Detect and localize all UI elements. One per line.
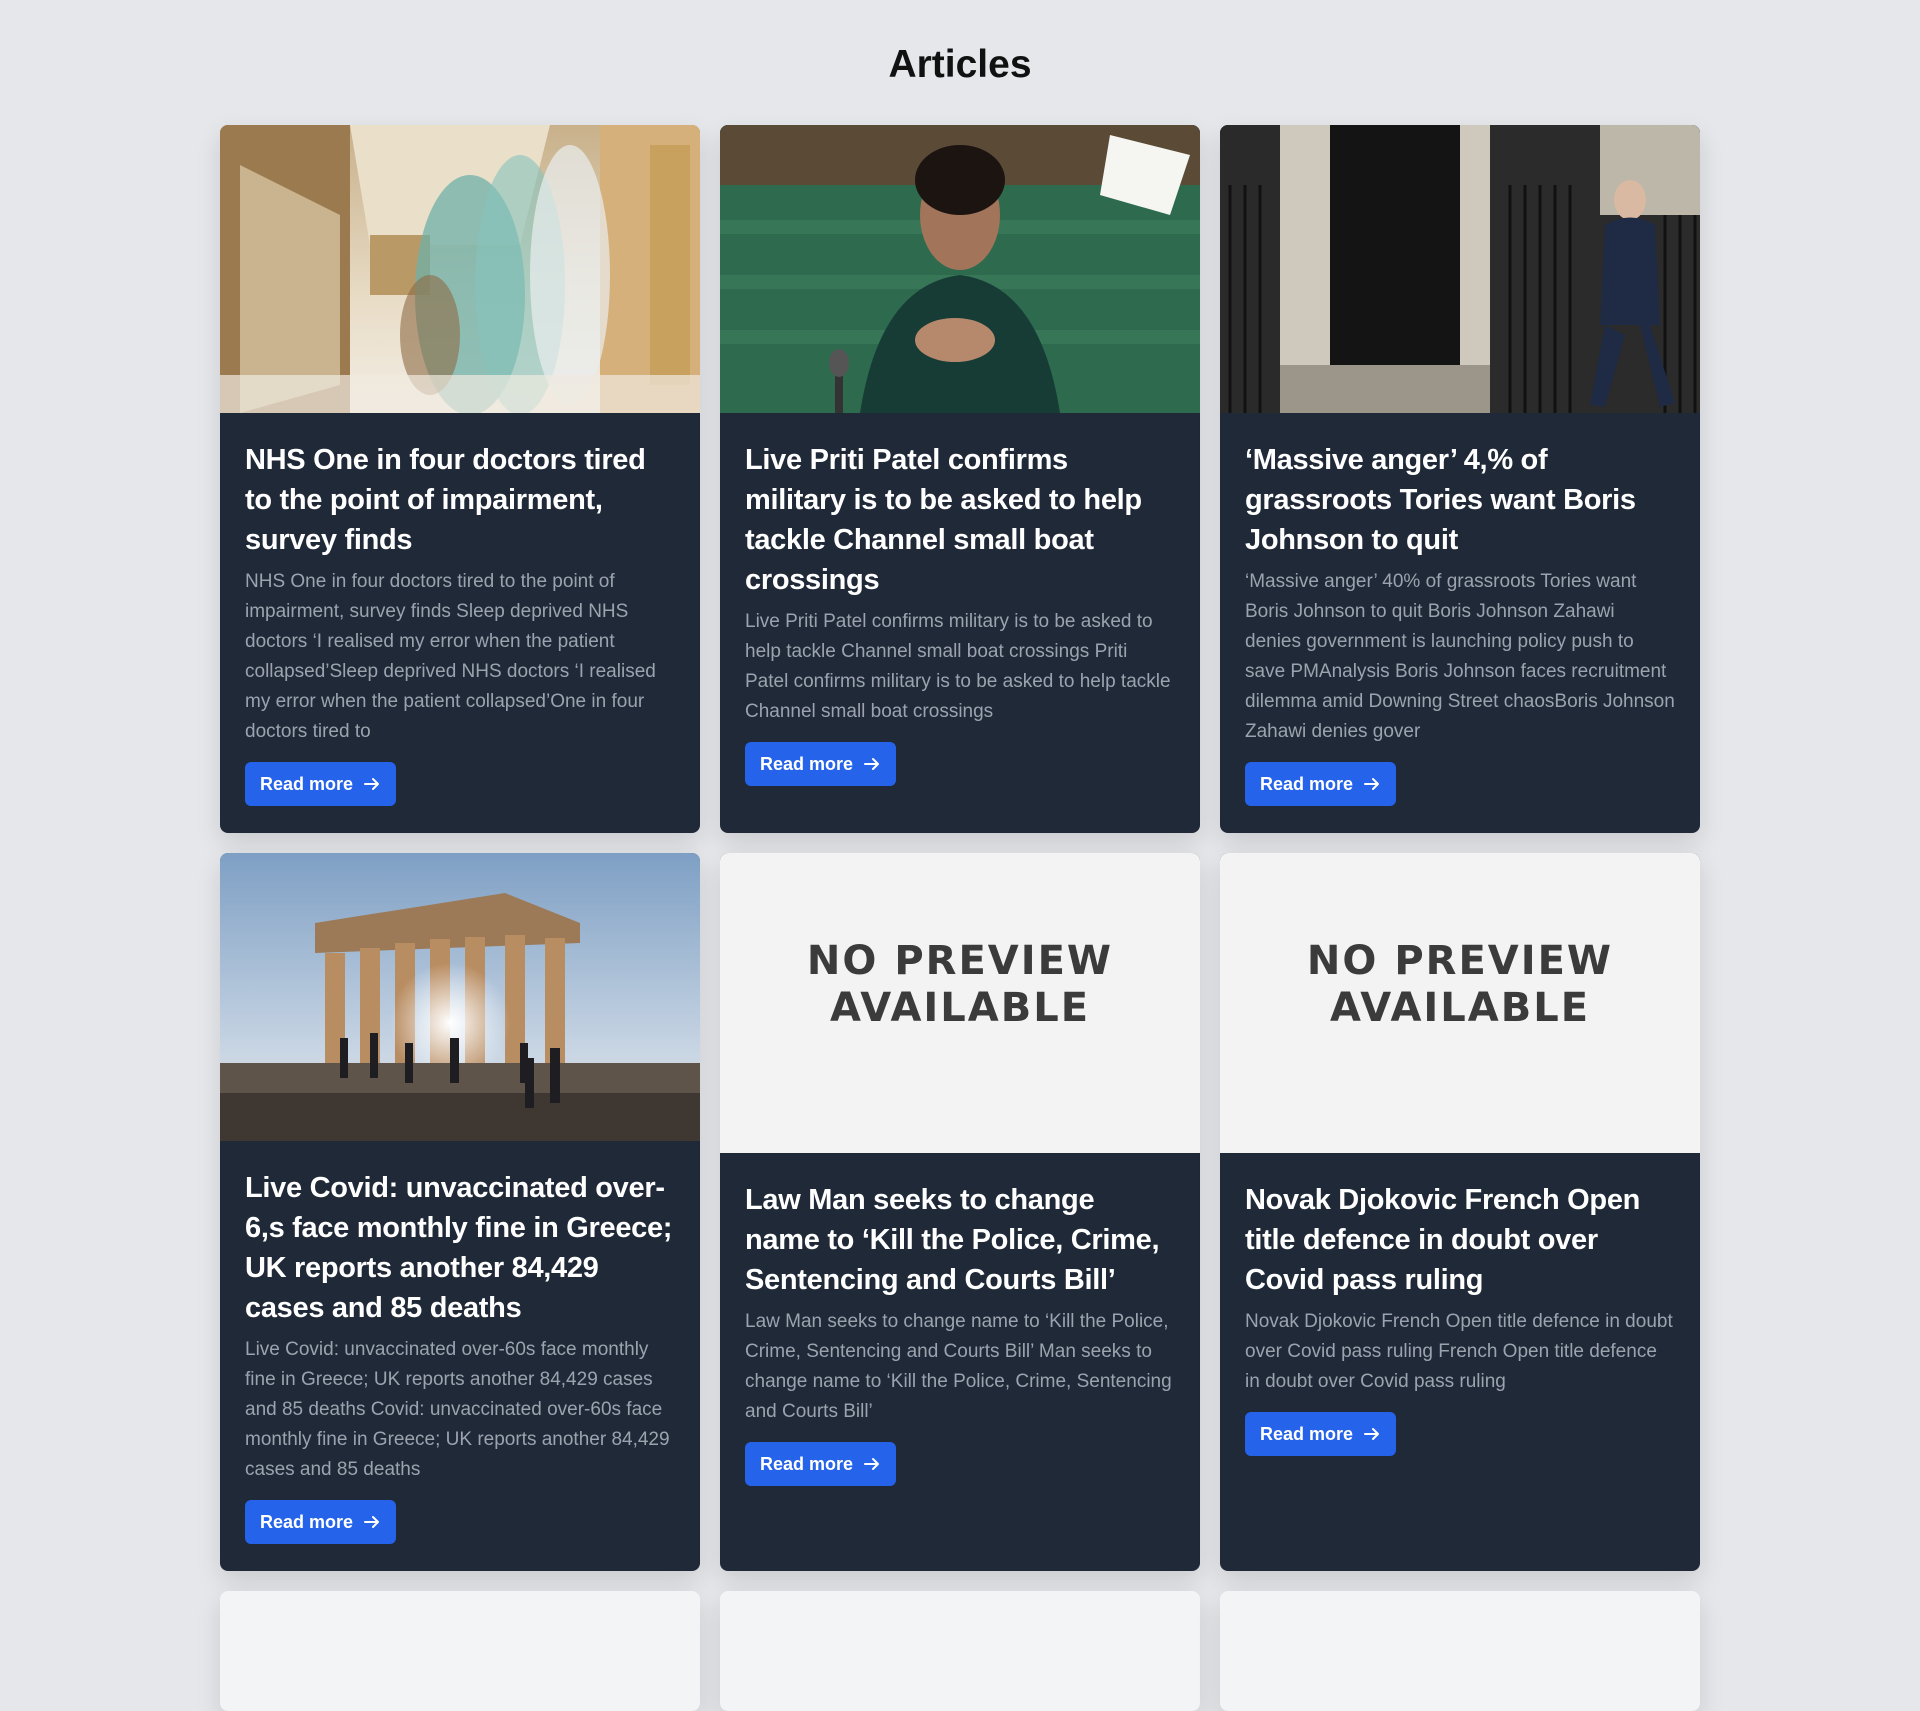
arrow-right-icon [364,778,380,790]
article-title[interactable]: Live Priti Patel confirms military is to… [745,440,1175,600]
article-description: Novak Djokovic French Open title defence… [1245,1311,1673,1392]
no-preview-text: NO PREVIEW AVAILABLE [1307,938,1613,1032]
article-description: Live Covid: unvaccinated over-60s face m… [245,1339,670,1480]
no-preview-placeholder: NO PREVIEW AVAILABLE [720,853,1200,1153]
read-more-button[interactable]: Read more [745,1442,897,1486]
read-more-button[interactable]: Read more [245,762,397,806]
article-card: Live Covid: unvaccinated over-6,s face m… [220,853,700,1571]
read-more-label: Read more [760,1453,854,1474]
read-more-button[interactable]: Read more [1245,1412,1397,1456]
article-title[interactable]: Novak Djokovic French Open title defence… [1245,1180,1675,1300]
article-card-partial [720,1591,1200,1711]
article-title[interactable]: Law Man seeks to change name to ‘Kill th… [745,1180,1175,1300]
article-image-hospital-corridor [220,125,700,413]
page-title: Articles [888,43,1032,86]
arrow-right-icon [864,1458,880,1470]
read-more-label: Read more [260,1511,354,1532]
no-preview-line: NO PREVIEW [1306,938,1614,984]
arrow-right-icon [364,1516,380,1528]
article-description: Law Man seeks to change name to ‘Kill th… [745,1311,1172,1422]
article-description: NHS One in four doctors tired to the poi… [245,571,656,742]
no-preview-placeholder: NO PREVIEW AVAILABLE [1220,853,1700,1153]
no-preview-line: AVAILABLE [1329,985,1591,1031]
article-description: Live Priti Patel confirms military is to… [745,611,1171,722]
article-card: NHS One in four doctors tired to the poi… [220,125,700,833]
article-image-downing-street [1220,125,1700,413]
article-title[interactable]: ‘Massive anger’ 4,% of grassroots Tories… [1245,440,1675,560]
arrow-right-icon [1364,778,1380,790]
article-card: ‘Massive anger’ 4,% of grassroots Tories… [1220,125,1700,833]
read-more-button[interactable]: Read more [745,742,897,786]
read-more-button[interactable]: Read more [245,1500,397,1544]
read-more-label: Read more [260,773,354,794]
no-preview-line: NO PREVIEW [806,938,1114,984]
article-image-commons [720,125,1200,413]
read-more-button[interactable]: Read more [1245,762,1397,806]
read-more-label: Read more [760,753,854,774]
article-title[interactable]: NHS One in four doctors tired to the poi… [245,440,675,560]
article-card-partial [1220,1591,1700,1711]
read-more-label: Read more [1260,1423,1354,1444]
article-card-partial [220,1591,700,1711]
articles-grid: NHS One in four doctors tired to the poi… [220,125,1701,1711]
article-image-acropolis [220,853,700,1141]
article-card: NO PREVIEW AVAILABLE Law Man seeks to ch… [720,853,1200,1571]
arrow-right-icon [1364,1428,1380,1440]
no-preview-line: AVAILABLE [829,985,1091,1031]
no-preview-text: NO PREVIEW AVAILABLE [807,938,1113,1032]
arrow-right-icon [864,758,880,770]
article-card: NO PREVIEW AVAILABLE Novak Djokovic Fren… [1220,853,1700,1571]
article-description: ‘Massive anger’ 40% of grassroots Tories… [1245,571,1675,742]
read-more-label: Read more [1260,773,1354,794]
article-title[interactable]: Live Covid: unvaccinated over-6,s face m… [245,1168,675,1328]
article-card: Live Priti Patel confirms military is to… [720,125,1200,833]
